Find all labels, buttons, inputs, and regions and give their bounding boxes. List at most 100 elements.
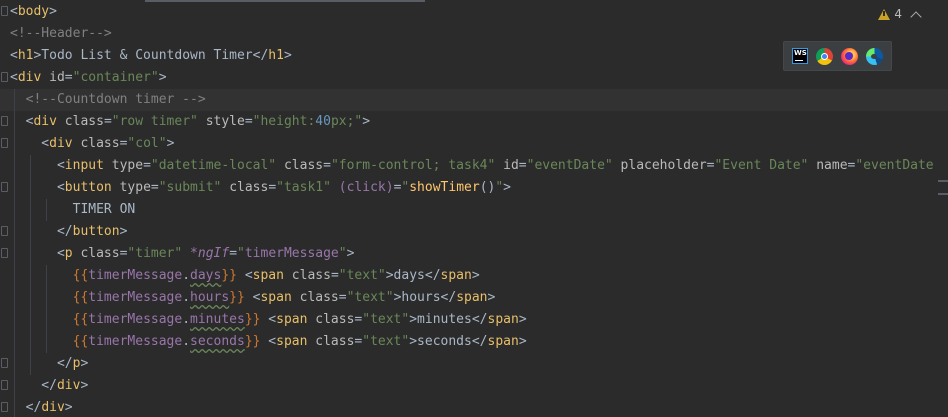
code-line[interactable]: </div> bbox=[0, 375, 948, 397]
firefox-icon[interactable] bbox=[841, 47, 858, 65]
chevron-up-icon[interactable] bbox=[910, 10, 922, 23]
inspection-widget[interactable]: 4 bbox=[878, 5, 922, 23]
code-token: > bbox=[346, 246, 355, 261]
code-text: {{timerMessage.hours}} <span class="text… bbox=[10, 287, 496, 309]
code-token: div bbox=[33, 114, 57, 129]
scrollbar-markers[interactable] bbox=[938, 180, 948, 206]
fold-marker-icon[interactable] bbox=[1, 6, 8, 16]
code-token: < bbox=[10, 48, 18, 63]
code-token: > bbox=[166, 136, 175, 151]
code-text: <div id="container"> bbox=[10, 67, 167, 89]
code-token: "Event Date" bbox=[714, 158, 809, 173]
webstorm-icon[interactable]: WS bbox=[792, 48, 808, 64]
code-token: class bbox=[229, 180, 269, 195]
fold-marker-icon[interactable] bbox=[1, 226, 8, 236]
code-token: h1 bbox=[268, 48, 284, 63]
code-line[interactable]: <button type="submit" class="task1" (cli… bbox=[0, 177, 948, 199]
fold-marker-icon[interactable] bbox=[1, 248, 8, 258]
code-token: type bbox=[119, 180, 151, 195]
scroll-marker[interactable] bbox=[938, 193, 948, 195]
code-line[interactable]: TIMER ON bbox=[0, 199, 948, 221]
code-token: > bbox=[64, 400, 73, 415]
code-token: span bbox=[487, 334, 519, 349]
code-token: class bbox=[283, 158, 324, 173]
code-text: <!--Header--> bbox=[10, 23, 112, 45]
code-token: < bbox=[10, 158, 65, 173]
code-token: div bbox=[56, 378, 81, 393]
code-line[interactable]: <div class="row timer" style="height:40p… bbox=[0, 111, 948, 133]
code-token: span bbox=[252, 268, 284, 283]
code-line[interactable]: <input type="datetime-local" class="form… bbox=[0, 155, 948, 177]
code-token: < bbox=[260, 312, 277, 327]
code-text: <div class="row timer" style="height:40p… bbox=[10, 111, 370, 133]
code-editor[interactable]: <body> <!--Header--> < h1>Todo List & Count… bbox=[0, 0, 948, 417]
code-token: = bbox=[338, 290, 347, 305]
code-token: }} bbox=[244, 312, 261, 327]
code-token: <!--Countdown timer --> bbox=[10, 92, 206, 107]
code-line[interactable]: </button> bbox=[0, 221, 948, 243]
code-token: class bbox=[64, 114, 104, 129]
code-token: "eventDate" bbox=[526, 158, 613, 173]
code-token: = bbox=[268, 180, 277, 195]
edge-icon[interactable] bbox=[866, 47, 883, 65]
code-token: style bbox=[205, 114, 245, 129]
code-token: (click) bbox=[338, 180, 394, 195]
code-line[interactable]: <!--Countdown timer --> bbox=[0, 89, 948, 111]
code-text: {{timerMessage.minutes}} <span class="te… bbox=[10, 309, 527, 331]
code-text: </p> bbox=[10, 353, 88, 375]
code-line[interactable]: {{timerMessage.minutes}} <span class="te… bbox=[0, 309, 948, 331]
fold-marker-icon[interactable] bbox=[1, 138, 8, 148]
code-token: = bbox=[103, 114, 112, 129]
code-token: > bbox=[503, 180, 511, 195]
code-token: "eventDate bbox=[855, 158, 934, 173]
code-token: = bbox=[244, 114, 253, 129]
fold-marker-icon[interactable] bbox=[1, 116, 8, 126]
code-token: p bbox=[64, 246, 73, 261]
code-line[interactable]: {{timerMessage.days}} <span class="text"… bbox=[0, 265, 948, 287]
code-token: < bbox=[10, 180, 65, 195]
code-token: span bbox=[440, 268, 472, 283]
code-token: timerMessage bbox=[88, 268, 183, 283]
code-token: < bbox=[10, 246, 65, 261]
code-token: hours bbox=[190, 290, 230, 305]
code-line[interactable]: <body> bbox=[0, 1, 948, 23]
code-token: "task1" bbox=[276, 180, 331, 195]
code-line[interactable]: {{timerMessage.hours}} <span class="text… bbox=[0, 287, 948, 309]
chrome-icon[interactable] bbox=[816, 47, 833, 65]
code-token: < bbox=[10, 70, 18, 85]
code-line[interactable]: </div> bbox=[0, 397, 948, 417]
fold-marker-icon[interactable] bbox=[1, 72, 8, 82]
code-token: "text" bbox=[338, 268, 386, 283]
code-token: < bbox=[10, 136, 50, 151]
scroll-marker[interactable] bbox=[938, 180, 948, 182]
code-text: <h1>Todo List & Countdown Timer</h1> bbox=[10, 45, 292, 67]
code-line[interactable]: <div class="col"> bbox=[0, 133, 948, 155]
code-token: timerMessage bbox=[88, 334, 183, 349]
code-token: {{ bbox=[72, 312, 89, 327]
code-token: "text" bbox=[362, 312, 410, 327]
code-token: > bbox=[362, 114, 371, 129]
code-token: class bbox=[299, 290, 339, 305]
fold-marker-icon[interactable] bbox=[1, 358, 8, 368]
code-line[interactable]: {{timerMessage.seconds}} <span class="te… bbox=[0, 331, 948, 353]
fold-marker-icon[interactable] bbox=[1, 380, 8, 390]
code-token: >Todo List & Countdown Timer</ bbox=[33, 48, 269, 63]
code-token: >days</ bbox=[385, 268, 441, 283]
code-token: "form-control; task4" bbox=[330, 158, 496, 173]
code-token: TIMER ON bbox=[10, 202, 136, 217]
code-token: {{ bbox=[72, 290, 89, 305]
fold-marker-icon[interactable] bbox=[1, 402, 8, 412]
code-token: "height: bbox=[252, 114, 316, 129]
code-token: span bbox=[456, 290, 488, 305]
code-token: "row timer" bbox=[111, 114, 198, 129]
code-line[interactable]: </p> bbox=[0, 353, 948, 375]
fold-marker-icon[interactable] bbox=[1, 182, 8, 192]
code-line[interactable]: <p class="timer" *ngIf="timerMessage"> bbox=[0, 243, 948, 265]
code-token: *ngIf bbox=[190, 246, 230, 261]
